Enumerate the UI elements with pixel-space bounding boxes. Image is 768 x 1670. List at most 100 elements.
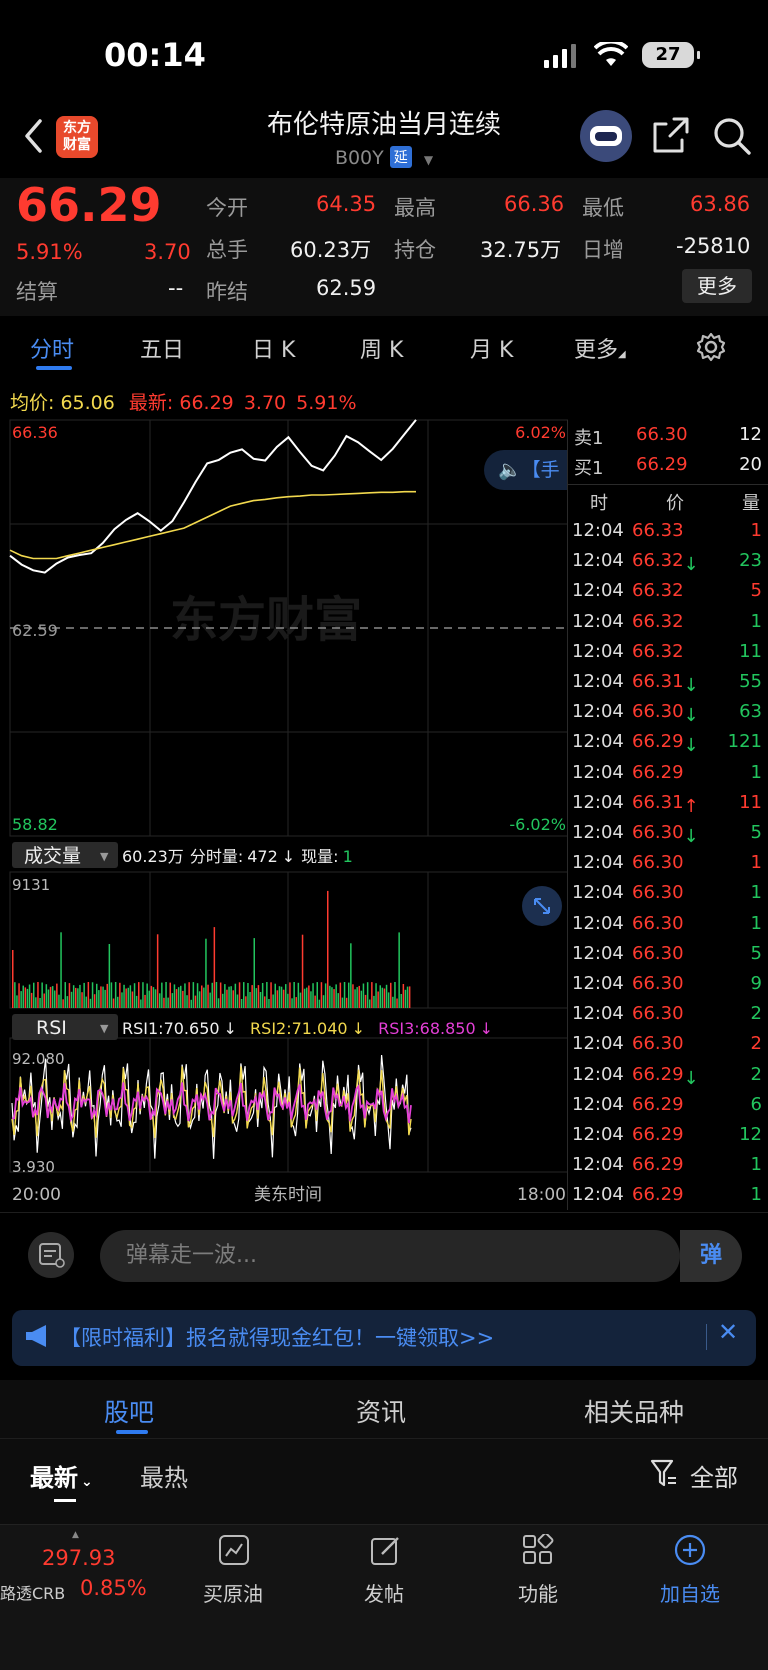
filter-latest[interactable]: 最新 ⌄ xyxy=(30,1458,93,1493)
promo-banner-text[interactable]: 【限时福利】报名就得现金红包！一键领取>> xyxy=(60,1322,494,1352)
volume-bar xyxy=(112,998,115,1008)
volume-bar xyxy=(343,982,346,1008)
rsi-top-label: 92.080 xyxy=(12,1050,65,1068)
volume-bar xyxy=(356,987,358,1008)
broadcast-tooltip[interactable]: 🔈【手 xyxy=(484,450,568,490)
open-label: 今开 xyxy=(206,196,248,220)
filter-hot[interactable]: 最热 xyxy=(140,1458,188,1493)
chevron-down-icon: ▼ xyxy=(100,850,109,863)
battery-indicator: 27 xyxy=(642,42,700,68)
close-icon[interactable]: ✕ xyxy=(718,1318,738,1346)
tab-forum[interactable]: 股吧 xyxy=(104,1393,154,1429)
tick-time: 12:04 xyxy=(572,1033,624,1055)
tick-price: 66.30 xyxy=(632,1003,684,1025)
volume-bar xyxy=(98,990,100,1008)
tab-related[interactable]: 相关品种 xyxy=(584,1393,684,1429)
index-percent[interactable]: 0.85% xyxy=(80,1576,147,1600)
tab-five-day[interactable]: 五日 xyxy=(140,332,184,364)
tick-time: 12:04 xyxy=(572,973,624,994)
intraday-chart[interactable]: 东方财富 66.36 62.59 58.82 6.02% -6.02% 成交量 … xyxy=(0,378,568,1214)
nav-functions[interactable]: 功能 xyxy=(488,1578,588,1607)
volume-bar xyxy=(110,982,113,1008)
volume-bar xyxy=(108,944,111,1008)
axis-mid-price: 62.59 xyxy=(12,621,58,640)
tick-price: 66.30 ↓ xyxy=(632,822,699,847)
danmu-settings-button[interactable] xyxy=(28,1232,74,1278)
tick-row: 12:04 66.29 1 xyxy=(568,758,768,788)
danmu-send-button[interactable]: 弹 xyxy=(680,1230,742,1282)
volume-bar xyxy=(180,985,182,1008)
volume-bar xyxy=(198,991,201,1008)
tab-daily-k[interactable]: 日 K xyxy=(252,332,295,364)
tab-news[interactable]: 资讯 xyxy=(356,1393,406,1429)
tick-price: 66.30 xyxy=(632,942,684,964)
volume-bar xyxy=(316,982,318,1008)
rsi-values: RSI1:70.650 ↓ RSI2:71.040 ↓ RSI3:68.850 ↓ xyxy=(122,1019,493,1038)
volume-bar xyxy=(66,996,69,1008)
volume-bar xyxy=(205,938,207,1008)
nav-post[interactable]: 发帖 xyxy=(334,1578,434,1607)
volume-bar xyxy=(350,943,352,1008)
volume-bar xyxy=(22,985,24,1008)
tick-price: 66.30 xyxy=(632,973,684,994)
tab-monthly-k[interactable]: 月 K xyxy=(470,332,513,364)
volume-bar xyxy=(257,985,260,1008)
volume-bar xyxy=(165,982,167,1008)
settings-gear-icon[interactable] xyxy=(696,332,726,362)
tick-price: 66.32 xyxy=(632,580,684,602)
tick-time: 12:04 xyxy=(572,791,624,813)
volume-bar xyxy=(167,997,169,1008)
status-time: 00:14 xyxy=(104,36,206,74)
volume-bar xyxy=(219,982,222,1008)
tick-qty: 1 xyxy=(750,852,762,874)
filter-icon[interactable] xyxy=(650,1458,678,1488)
tick-time: 12:04 xyxy=(572,520,624,541)
volume-bar xyxy=(301,934,304,1008)
axis-top-price: 66.36 xyxy=(12,423,58,442)
volume-bar xyxy=(14,982,16,1008)
index-name[interactable]: 路透CRB xyxy=(0,1580,65,1604)
chart-icon xyxy=(219,1535,249,1565)
nav-add-watchlist[interactable]: 加自选 xyxy=(640,1578,740,1607)
index-value[interactable]: 297.93 xyxy=(42,1546,115,1570)
robot-assistant-icon[interactable] xyxy=(580,110,632,162)
volume-bar xyxy=(408,986,411,1008)
share-icon[interactable] xyxy=(652,116,690,154)
search-icon[interactable] xyxy=(712,116,752,156)
volume-max-label: 9131 xyxy=(12,876,50,894)
danmu-input[interactable]: 弹幕走一波... xyxy=(100,1230,680,1282)
tick-time: 12:04 xyxy=(572,671,624,692)
tick-price: 66.30 xyxy=(632,1033,684,1055)
tick-price: 66.30 xyxy=(632,852,684,874)
watermark: 东方财富 xyxy=(170,592,362,648)
volume-bar xyxy=(234,983,237,1008)
volume-bar xyxy=(100,986,102,1008)
tab-more[interactable]: 更多◢ xyxy=(574,332,626,364)
tab-weekly-k[interactable]: 周 K xyxy=(360,332,403,364)
volume-bar xyxy=(89,998,92,1008)
volume-bar xyxy=(392,996,394,1008)
volume-bar xyxy=(369,999,371,1008)
volume-bar xyxy=(280,986,283,1008)
volume-bar xyxy=(196,983,199,1008)
volume-bar xyxy=(306,987,308,1008)
volume-bar xyxy=(215,982,218,1008)
tick-time: 12:04 xyxy=(572,882,624,904)
tab-intraday[interactable]: 分时 xyxy=(30,332,74,364)
volume-bar xyxy=(261,983,264,1008)
volume-bar xyxy=(310,991,312,1008)
volume-bar xyxy=(352,984,354,1008)
more-details-button[interactable]: 更多 xyxy=(682,269,752,303)
volume-bar xyxy=(64,982,66,1008)
low-value: 63.86 xyxy=(690,192,751,216)
nav-buy-oil[interactable]: 买原油 xyxy=(183,1578,283,1607)
tick-price: 66.29 ↓ xyxy=(632,731,699,757)
axis-bottom-price: 58.82 xyxy=(12,815,58,834)
volume-bar xyxy=(39,998,41,1008)
filter-all[interactable]: 全部 xyxy=(690,1458,738,1493)
tick-row: 12:04 66.33 1 xyxy=(568,516,768,546)
tick-row: 12:04 66.30 ↓ 5 xyxy=(568,818,768,848)
tick-time: 12:04 xyxy=(572,580,624,602)
tick-price: 66.29 xyxy=(632,1124,684,1145)
tick-time: 12:04 xyxy=(572,640,624,662)
